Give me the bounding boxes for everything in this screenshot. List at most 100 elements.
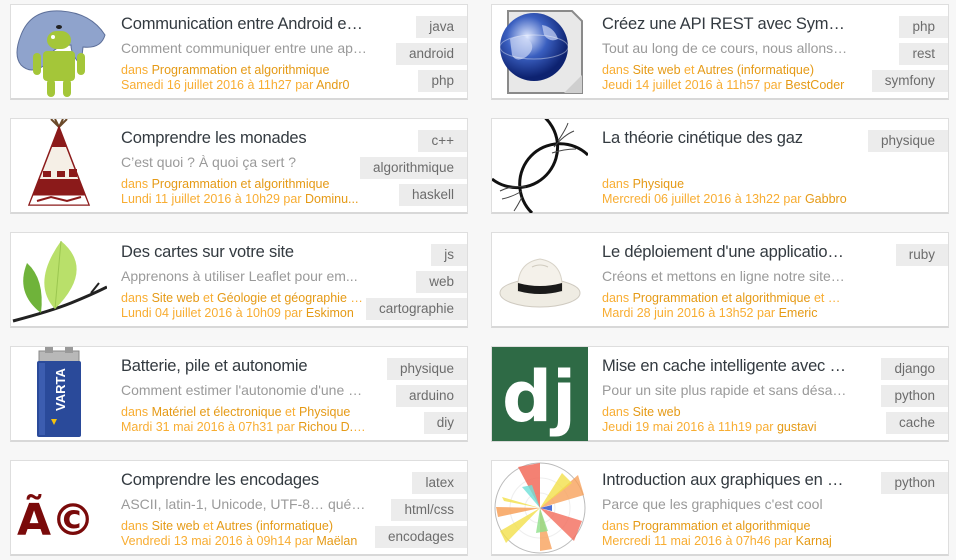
tag[interactable]: cartographie — [365, 298, 467, 320]
tag[interactable]: haskell — [398, 184, 467, 206]
category-link[interactable]: Site web — [828, 291, 848, 305]
tag[interactable]: python — [881, 385, 948, 407]
tutorial-card[interactable]: Le déploiement d'une application Sina...… — [491, 232, 949, 328]
card-description: Tout au long de ce cours, nous allons a.… — [602, 40, 848, 56]
card-date-author: Lundi 04 juillet 2016 à 10h09 par Eskimo… — [121, 306, 367, 321]
tag[interactable]: ruby — [895, 244, 948, 266]
category-link[interactable]: Physique — [299, 405, 350, 419]
thumbnail[interactable] — [492, 119, 588, 213]
tag[interactable]: encodages — [374, 526, 467, 548]
thumbnail[interactable] — [11, 233, 107, 327]
card-title[interactable]: Le déploiement d'une application Sina... — [602, 241, 848, 263]
card-title[interactable]: Comprendre les monades — [121, 127, 367, 149]
tag[interactable]: cache — [885, 412, 948, 434]
card-description: Parce que les graphiques c'est cool — [602, 496, 823, 512]
svg-text:Ã©: Ã© — [17, 493, 95, 546]
category-link[interactable]: Programmation et algorithmique — [152, 177, 330, 191]
thumbnail[interactable] — [11, 119, 107, 213]
card-title[interactable]: Mise en cache intelligente avec Djan... — [602, 355, 848, 377]
category-link[interactable]: Géologie et géographie p... — [217, 291, 367, 305]
thumbnail[interactable] — [492, 5, 588, 99]
author-link[interactable]: gustavi — [777, 420, 817, 434]
category-link[interactable]: Autres (informatique) — [216, 519, 333, 533]
tag[interactable]: rest — [899, 43, 948, 65]
tag[interactable]: php — [418, 70, 467, 92]
tag[interactable]: arduino — [395, 385, 467, 407]
publish-date: Lundi 11 juillet 2016 à 10h29 — [121, 192, 280, 206]
tutorial-card[interactable]: VARTA Batterie, pile et autonomie Commen… — [10, 346, 468, 442]
tutorial-card[interactable]: Créez une API REST avec Symfony 3 Tout a… — [491, 4, 949, 100]
publish-date: Samedi 16 juillet 2016 à 11h27 — [121, 78, 292, 92]
thumbnail[interactable] — [492, 233, 588, 327]
tutorial-card[interactable]: La théorie cinétique des gaz dans Physiq… — [491, 118, 949, 214]
by-label: par — [295, 78, 314, 92]
publish-date: Mardi 31 mai 2016 à 07h31 — [121, 420, 274, 434]
card-title[interactable]: Introduction aux graphiques en Pyt... — [602, 469, 848, 491]
author-link[interactable]: Emeric — [779, 306, 818, 320]
category-link[interactable]: Site web — [633, 405, 681, 419]
tag[interactable]: symfony — [871, 70, 948, 92]
author-link[interactable]: Richou D. Deg... — [298, 420, 367, 434]
tutorial-card[interactable]: Introduction aux graphiques en Pyt... Pa… — [491, 460, 949, 556]
card-title[interactable]: Comprendre les encodages — [121, 469, 367, 491]
colliding-particles-icon — [492, 119, 588, 213]
card-title[interactable]: Batterie, pile et autonomie — [121, 355, 367, 377]
tag[interactable]: algorithmique — [359, 157, 467, 179]
category-link[interactable]: Site web — [633, 63, 681, 77]
thumbnail[interactable] — [11, 5, 107, 99]
tag[interactable]: diy — [423, 412, 467, 434]
tag-list: ruby — [895, 244, 948, 266]
thumbnail[interactable] — [492, 461, 588, 555]
tag[interactable]: django — [881, 358, 948, 380]
tutorial-card[interactable]: Communication entre Android et P... Comm… — [10, 4, 468, 100]
category-link[interactable]: Programmation et algorithmique — [633, 291, 811, 305]
tag[interactable]: js — [431, 244, 467, 266]
card-title[interactable]: Communication entre Android et P... — [121, 13, 367, 35]
category-link[interactable]: Programmation et algorithmique — [152, 63, 330, 77]
tag[interactable]: physique — [386, 358, 467, 380]
tutorial-card[interactable]: Ã© Comprendre les encodages ASCII, latin… — [10, 460, 468, 556]
author-link[interactable]: BestCoder — [785, 78, 844, 92]
conjunction: et — [203, 291, 214, 305]
category-link[interactable]: Matériel et électronique — [152, 405, 282, 419]
category-link[interactable]: Programmation et algorithmique — [633, 519, 811, 533]
tag[interactable]: physique — [867, 130, 948, 152]
card-title[interactable]: Des cartes sur votre site — [121, 241, 367, 263]
by-label: par — [283, 192, 302, 206]
category-link[interactable]: Site web — [152, 519, 200, 533]
tag[interactable]: java — [416, 16, 467, 38]
tag[interactable]: android — [395, 43, 467, 65]
author-link[interactable]: Gabbro — [805, 192, 847, 206]
card-title[interactable]: Créez une API REST avec Symfony 3 — [602, 13, 848, 35]
svg-text:dj: dj — [502, 356, 576, 438]
card-categories: dans Physique — [602, 177, 848, 192]
author-link[interactable]: Maëlan — [316, 534, 357, 548]
author-link[interactable]: Dominu... — [305, 192, 359, 206]
leaf-icon — [12, 240, 107, 323]
thumbnail[interactable]: dj — [492, 347, 588, 441]
tag[interactable]: python — [881, 472, 948, 494]
by-label: par — [755, 420, 774, 434]
card-title[interactable]: La théorie cinétique des gaz — [602, 127, 848, 149]
tutorial-card[interactable]: Des cartes sur votre site Apprenons à ut… — [10, 232, 468, 328]
tutorial-card[interactable]: Comprendre les monades C’est quoi ? À qu… — [10, 118, 468, 214]
category-link[interactable]: Physique — [633, 177, 684, 191]
tutorial-card[interactable]: dj Mise en cache intelligente avec Djan.… — [491, 346, 949, 442]
category-link[interactable]: Site web — [152, 291, 200, 305]
author-link[interactable]: Andr0 — [316, 78, 349, 92]
card-description: Créons et mettons en ligne notre site av… — [602, 268, 848, 284]
category-link[interactable]: Autres (informatique) — [697, 63, 814, 77]
tag[interactable]: c++ — [418, 130, 467, 152]
thumbnail[interactable]: VARTA — [11, 347, 107, 441]
tag[interactable]: web — [416, 271, 467, 293]
conjunction: et — [203, 519, 214, 533]
tag[interactable]: latex — [412, 472, 467, 494]
django-logo-icon: dj — [502, 356, 576, 438]
author-link[interactable]: Karnaj — [796, 534, 832, 548]
thumbnail[interactable]: Ã© — [11, 461, 107, 555]
tag[interactable]: php — [899, 16, 948, 38]
publish-date: Mercredi 11 mai 2016 à 07h46 — [602, 534, 771, 548]
tag[interactable]: html/css — [391, 499, 467, 521]
fedora-hat-icon — [499, 258, 581, 308]
author-link[interactable]: Eskimon — [306, 306, 354, 320]
